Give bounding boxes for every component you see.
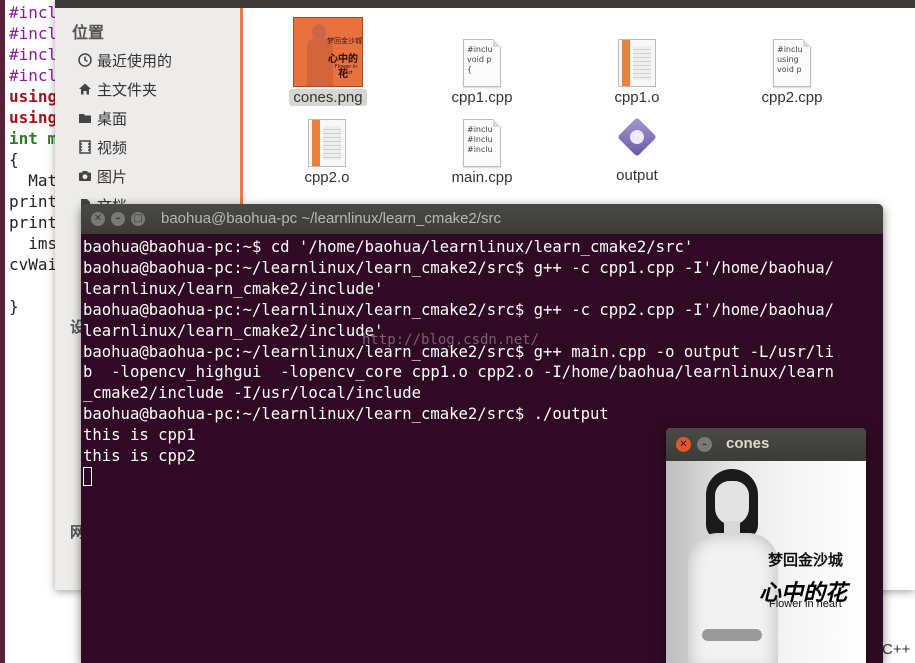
viewer-titlebar[interactable]: ✕ – cones	[666, 428, 866, 461]
file-item-cpp1-cpp[interactable]: #inclu void p{ cpp1.cpp	[427, 39, 537, 106]
preview-line: using	[777, 55, 799, 64]
editor-line: Mat	[9, 171, 58, 190]
image-caption: 梦回金沙城	[768, 551, 844, 569]
editor-line: #incl	[9, 45, 58, 64]
sidebar-item-label: 视频	[97, 138, 128, 157]
clock-icon	[77, 52, 93, 68]
minimize-button[interactable]: –	[697, 437, 712, 452]
file-name: cpp2.cpp	[761, 89, 823, 106]
terminal-title: baohua@baohua-pc ~/learnlinux/learn_cmak…	[161, 210, 502, 227]
terminal-titlebar[interactable]: ✕ – □ baohua@baohua-pc ~/learnlinux/lear…	[81, 204, 883, 234]
preview-line: void p	[467, 55, 492, 64]
watermark: http://blog.csdn.net/	[362, 332, 540, 348]
file-name: main.cpp	[451, 169, 513, 186]
sidebar-item-pictures[interactable]: 图片	[77, 165, 127, 187]
terminal-line: b -lopencv_highgui -lopencv_core cpp1.o …	[83, 363, 835, 382]
places-heading: 位置	[72, 23, 105, 42]
viewer-title: cones	[726, 435, 770, 452]
sidebar-item-recent[interactable]: 最近使用的	[77, 49, 172, 71]
maximize-button[interactable]: □	[131, 212, 145, 226]
file-item-cpp1-o[interactable]: cpp1.o	[582, 39, 692, 106]
terminal-line: baohua@baohua-pc:~/learnlinux/learn_cmak…	[83, 258, 835, 277]
film-icon	[77, 139, 93, 155]
close-button[interactable]: ✕	[676, 437, 691, 452]
file-item-cones-png[interactable]: 梦回金沙城 心中的花 Flower in heart cones.png	[273, 17, 383, 106]
editor-line: #incl	[9, 66, 58, 85]
file-item-cpp2-cpp[interactable]: #inclu using void p cpp2.cpp	[737, 39, 847, 106]
file-name: cpp1.o	[614, 89, 660, 106]
close-button[interactable]: ✕	[91, 212, 105, 226]
displayed-image: 梦回金沙城 心中的花 Flower in heart	[666, 461, 866, 663]
file-name: cones.png	[289, 89, 367, 106]
file-manager-titlebar	[55, 0, 915, 8]
file-item-output[interactable]: output	[582, 117, 692, 184]
sidebar-item-label: 桌面	[97, 109, 128, 128]
image-thumbnail: 梦回金沙城 心中的花 Flower in heart	[293, 17, 363, 87]
preview-line: void p	[777, 65, 802, 74]
photo-face	[715, 481, 749, 525]
source-file-icon: #inclu #inclu #inclu	[463, 119, 501, 167]
minimize-button[interactable]: –	[111, 212, 125, 226]
sidebar-item-label: 主文件夹	[97, 80, 158, 99]
object-file-icon	[618, 39, 656, 87]
image-caption: Flower in heart	[769, 598, 842, 610]
editor-line: print	[9, 192, 58, 211]
executable-icon	[614, 117, 660, 165]
sidebar-item-home[interactable]: 主文件夹	[77, 78, 157, 100]
file-name: cpp2.o	[304, 169, 350, 186]
terminal-line: baohua@baohua-pc:~/learnlinux/learn_cmak…	[83, 300, 835, 319]
file-item-main-cpp[interactable]: #inclu #inclu #inclu main.cpp	[427, 119, 537, 186]
language-indicator[interactable]: C++	[882, 641, 910, 658]
sidebar-item-videos[interactable]: 视频	[77, 136, 127, 158]
source-file-icon: #inclu void p{	[463, 39, 501, 87]
sidebar-item-label: 最近使用的	[97, 51, 173, 70]
preview-line: #inclu	[777, 45, 803, 54]
file-item-cpp2-o[interactable]: cpp2.o	[272, 119, 382, 186]
image-viewer-window[interactable]: ✕ – cones 梦回金沙城 心中的花 Flower in heart	[666, 428, 866, 663]
preview-line: #inclu	[467, 135, 493, 144]
object-file-icon	[308, 119, 346, 167]
preview-line: #inclu	[467, 145, 493, 154]
preview-line: #inclu	[467, 125, 493, 134]
sidebar-item-desktop[interactable]: 桌面	[77, 107, 127, 129]
editor-line: ims	[9, 234, 58, 253]
thumbnail-text: 梦回金沙城	[327, 37, 362, 45]
editor-line: using	[9, 108, 58, 127]
terminal-line: learnlinux/learn_cmake2/include'	[83, 279, 384, 298]
terminal-line: baohua@baohua-pc:~$ cd '/home/baohua/lea…	[83, 238, 694, 256]
editor-line: #incl	[9, 24, 58, 43]
editor-line: print	[9, 213, 58, 232]
editor-gutter	[0, 0, 5, 663]
preview-line: {	[467, 65, 473, 74]
editor-line: }	[9, 297, 19, 316]
terminal-line: _cmake2/include -I/usr/local/include	[83, 384, 421, 403]
camera-icon	[77, 168, 93, 184]
file-name: output	[616, 167, 658, 184]
folder-icon	[77, 110, 93, 126]
photo-belt	[702, 629, 762, 641]
thumbnail-text: Flower in heart	[334, 64, 358, 76]
sidebar-item-label: 图片	[97, 167, 128, 186]
text-cursor	[83, 466, 92, 486]
source-file-icon: #inclu using void p	[773, 39, 811, 87]
editor-line: cvWai	[9, 255, 58, 274]
editor-line: using	[9, 87, 58, 106]
terminal-line: baohua@baohua-pc:~/learnlinux/learn_cmak…	[83, 405, 609, 424]
editor-line: {	[9, 150, 19, 169]
editor-line: #incl	[9, 3, 58, 22]
file-name: cpp1.cpp	[451, 89, 513, 106]
home-icon	[77, 81, 93, 97]
editor-line: int m	[9, 129, 58, 148]
preview-line: #inclu	[467, 45, 493, 54]
